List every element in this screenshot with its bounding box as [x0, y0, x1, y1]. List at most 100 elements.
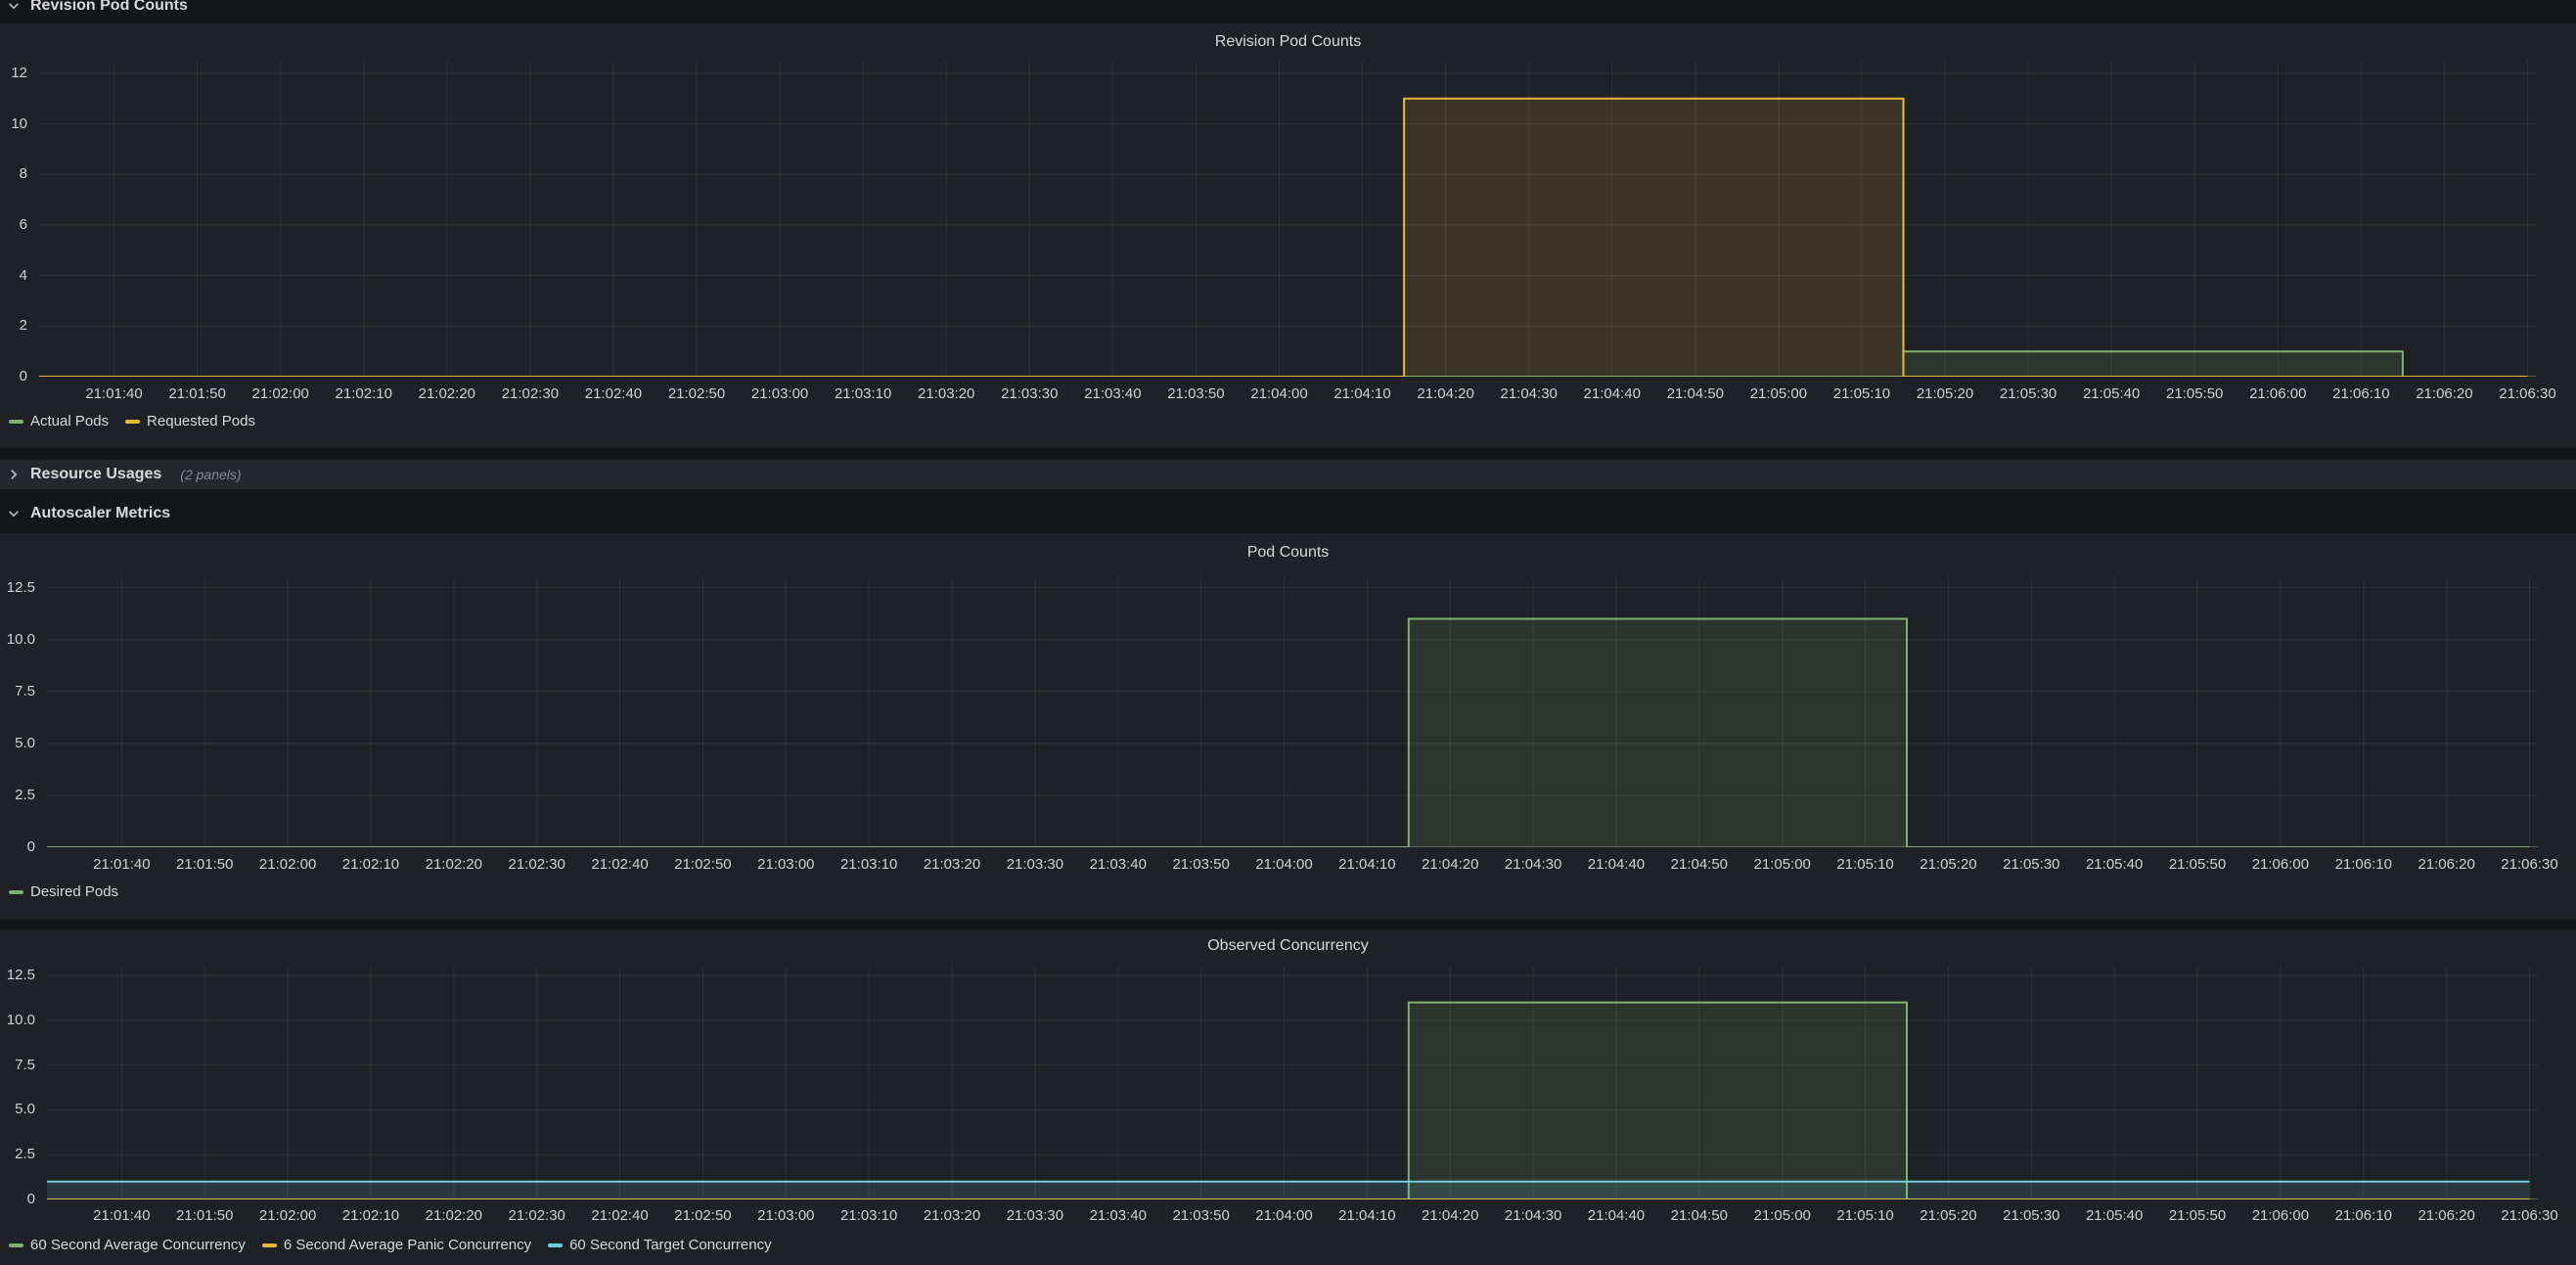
panel-revision-pod-counts: Revision Pod Counts 02468101221:01:4021:… [0, 23, 2576, 448]
x-axis-tick-label: 21:06:20 [2402, 385, 2486, 402]
panel-title[interactable]: Revision Pod Counts [0, 33, 2576, 51]
x-axis-tick-label: 21:02:40 [578, 1207, 662, 1224]
x-axis-tick-label: 21:03:30 [993, 856, 1077, 873]
x-axis-tick-label: 21:05:10 [1824, 856, 1908, 873]
x-axis-tick-label: 21:06:20 [2405, 1207, 2489, 1224]
legend-item-60-second-target-concurrency[interactable]: 60 Second Target Concurrency [548, 1237, 772, 1253]
y-axis-tick-label: 4 [0, 267, 27, 285]
x-axis-tick-label: 21:05:40 [2069, 385, 2153, 402]
x-axis-tick-label: 21:04:30 [1491, 856, 1575, 873]
y-axis-tick-label: 0 [0, 368, 27, 385]
x-axis-tick-label: 21:04:00 [1243, 1207, 1327, 1224]
x-axis-tick-label: 21:04:40 [1570, 385, 1654, 402]
row-header-resource-usages[interactable]: Resource Usages (2 panels) [0, 460, 2576, 489]
x-axis-tick-label: 21:04:00 [1243, 856, 1327, 873]
y-axis-tick-label: 7.5 [0, 1057, 35, 1074]
chevron-down-icon [7, 0, 21, 13]
legend-label: Requested Pods [147, 413, 255, 429]
legend-item-requested-pods[interactable]: Requested Pods [125, 413, 255, 429]
panel-title[interactable]: Pod Counts [0, 544, 2576, 562]
x-axis-tick-label: 21:05:00 [1737, 385, 1821, 402]
x-axis-tick-label: 21:06:30 [2488, 856, 2572, 873]
panel-observed-concurrency: Observed Concurrency 02.55.07.510.012.52… [0, 929, 2576, 1265]
x-axis-tick-label: 21:03:00 [744, 856, 828, 873]
legend-swatch[interactable] [262, 1243, 277, 1247]
x-axis-tick-label: 21:05:00 [1740, 856, 1825, 873]
legend-swatch[interactable] [125, 420, 140, 424]
series-line-desired-pods [47, 619, 2530, 848]
series-line-requested-pods [39, 99, 2528, 377]
x-axis-tick-label: 21:04:30 [1491, 1207, 1575, 1224]
series-fill-requested-pods [39, 99, 2528, 377]
row-label: Resource Usages [30, 466, 161, 483]
x-axis-tick-label: 21:03:50 [1159, 856, 1243, 873]
x-axis-tick-label: 21:02:20 [412, 856, 496, 873]
y-axis-tick-label: 12.5 [0, 967, 35, 984]
y-axis-tick-label: 8 [0, 165, 27, 183]
legend-item-desired-pods[interactable]: Desired Pods [9, 883, 118, 900]
x-axis-tick-label: 21:06:10 [2319, 385, 2403, 402]
legend-item-60-second-average-concurrency[interactable]: 60 Second Average Concurrency [9, 1237, 246, 1253]
y-axis-tick-label: 10 [0, 115, 27, 133]
chart-plot-area[interactable] [47, 967, 2538, 1199]
row-header-autoscaler-metrics[interactable]: Autoscaler Metrics [0, 500, 2576, 526]
x-axis-tick-label: 21:02:10 [329, 1207, 413, 1224]
x-axis-tick-label: 21:03:10 [821, 385, 905, 402]
legend-label: 60 Second Target Concurrency [569, 1237, 772, 1253]
y-axis-tick-label: 2.5 [0, 1146, 35, 1163]
x-axis-tick-label: 21:02:00 [246, 1207, 330, 1224]
legend-swatch[interactable] [548, 1243, 563, 1247]
x-axis-tick-label: 21:03:20 [910, 1207, 994, 1224]
x-axis-tick-label: 21:02:20 [412, 1207, 496, 1224]
x-axis-tick-label: 21:05:30 [1989, 856, 2073, 873]
x-axis-tick-label: 21:01:50 [162, 856, 247, 873]
y-axis-tick-label: 0 [0, 1191, 35, 1208]
x-axis-tick-label: 21:05:20 [1906, 1207, 1990, 1224]
series-fill-60-second-average-concurrency [47, 1003, 2530, 1199]
x-axis-tick-label: 21:03:50 [1159, 1207, 1243, 1224]
x-axis-tick-label: 21:05:50 [2152, 385, 2237, 402]
x-axis-tick-label: 21:05:20 [1903, 385, 1987, 402]
x-axis-tick-label: 21:02:30 [488, 385, 572, 402]
legend-item-6-second-average-panic-concurrency[interactable]: 6 Second Average Panic Concurrency [262, 1237, 531, 1253]
x-axis-tick-label: 21:06:00 [2238, 856, 2323, 873]
row-header-revision-pod-counts[interactable]: Revision Pod Counts [0, 0, 2576, 19]
y-axis-tick-label: 5.0 [0, 735, 35, 752]
x-axis-tick-label: 21:06:10 [2322, 1207, 2406, 1224]
y-axis-tick-label: 12 [0, 65, 27, 82]
x-axis-tick-label: 21:02:50 [655, 385, 739, 402]
chart-plot-area[interactable] [39, 61, 2536, 377]
series-fill-desired-pods [47, 619, 2530, 848]
legend-swatch[interactable] [9, 1243, 23, 1247]
x-axis-tick-label: 21:02:20 [405, 385, 489, 402]
x-axis-tick-label: 21:01:40 [72, 385, 157, 402]
x-axis-tick-label: 21:06:00 [2236, 385, 2320, 402]
x-axis-tick-label: 21:03:40 [1076, 856, 1160, 873]
legend-item-actual-pods[interactable]: Actual Pods [9, 413, 109, 429]
legend-swatch[interactable] [9, 420, 23, 424]
x-axis-tick-label: 21:03:10 [827, 856, 911, 873]
legend-label: Desired Pods [30, 883, 118, 900]
legend: Actual Pods Requested Pods [9, 413, 255, 429]
x-axis-tick-label: 21:03:30 [993, 1207, 1077, 1224]
x-axis-tick-label: 21:04:50 [1657, 856, 1741, 873]
legend-swatch[interactable] [9, 890, 23, 894]
x-axis-tick-label: 21:04:50 [1657, 1207, 1741, 1224]
panel-title[interactable]: Observed Concurrency [0, 937, 2576, 955]
x-axis-tick-label: 21:06:00 [2238, 1207, 2323, 1224]
chart-plot-area[interactable] [47, 577, 2538, 847]
chevron-down-icon [7, 507, 21, 520]
x-axis-tick-label: 21:02:10 [329, 856, 413, 873]
x-axis-tick-label: 21:03:40 [1070, 385, 1154, 402]
x-axis-tick-label: 21:03:00 [744, 1207, 828, 1224]
x-axis-tick-label: 21:05:10 [1820, 385, 1904, 402]
x-axis-tick-label: 21:05:50 [2155, 1207, 2239, 1224]
x-axis-tick-label: 21:06:30 [2488, 1207, 2572, 1224]
y-axis-tick-label: 2.5 [0, 787, 35, 804]
x-axis-tick-label: 21:05:30 [1989, 1207, 2073, 1224]
x-axis-tick-label: 21:05:40 [2072, 856, 2156, 873]
x-axis-tick-label: 21:04:20 [1404, 385, 1488, 402]
x-axis-tick-label: 21:04:10 [1325, 856, 1409, 873]
x-axis-tick-label: 21:02:00 [239, 385, 323, 402]
x-axis-tick-label: 21:02:40 [571, 385, 655, 402]
